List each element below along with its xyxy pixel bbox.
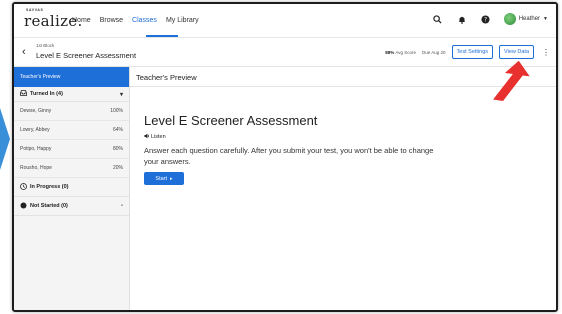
annotation-arrow (493, 60, 530, 101)
student-row[interactable]: Dewse, Ginny 100% (14, 102, 129, 121)
user-name: Heather (518, 16, 541, 22)
clock-icon (20, 182, 27, 192)
student-score: 20% (112, 165, 123, 171)
search-icon[interactable] (432, 13, 444, 25)
test-settings-button[interactable]: Test Settings (451, 45, 494, 59)
in-progress-label: In Progress (0) (30, 184, 69, 190)
nav-utility-icons: ? Heather ▼ (432, 13, 548, 25)
start-label: Start (155, 175, 168, 182)
assessment-heading: Level E Screener Assessment (144, 113, 318, 128)
student-score: 100% (110, 108, 123, 114)
kebab-menu-icon[interactable]: ⋮ (542, 48, 550, 57)
svg-text:?: ? (484, 17, 487, 23)
screenshot-canvas: SAVVAS realize. Home Browse Classes My L… (0, 0, 562, 314)
student-score: 64% (112, 127, 123, 133)
breadcrumb-class[interactable]: 1st Block (36, 43, 54, 48)
not-started-group[interactable]: Not Started (0) - (14, 197, 129, 216)
student-name: Potipo, Happy (20, 146, 52, 152)
student-name: Lowry, Abbey (20, 127, 50, 133)
student-name: Dewse, Ginny (20, 108, 52, 114)
due-date: Due Aug 20 (422, 49, 446, 55)
turned-in-group[interactable]: Turned In (4) ▾ (14, 87, 129, 102)
bell-icon[interactable] (456, 13, 468, 25)
avg-score: 88% Avg Score (385, 50, 416, 55)
student-row[interactable]: Rousho, Hope 20% (14, 159, 129, 178)
nav-classes-link[interactable]: Classes (132, 17, 157, 24)
user-menu[interactable]: Heather ▼ (503, 13, 548, 25)
in-progress-group[interactable]: In Progress (0) (14, 178, 129, 197)
help-icon[interactable]: ? (480, 13, 492, 25)
speaker-icon (144, 133, 150, 141)
nav-home-link[interactable]: Home (72, 17, 91, 24)
nav-browse-link[interactable]: Browse (100, 17, 123, 24)
active-nav-indicator (146, 35, 178, 37)
not-started-label: Not Started (0) (30, 203, 68, 209)
avg-score-label: Avg Score (395, 49, 416, 55)
chevron-down-icon: ▼ (543, 16, 548, 22)
chevron-down-icon: ▾ (119, 91, 123, 98)
start-button[interactable]: Start ▸ (144, 172, 184, 185)
avg-score-value: 88% (385, 49, 395, 55)
instructions-text: Answer each question carefully. After yo… (144, 146, 434, 166)
user-avatar (503, 13, 516, 25)
app-window: SAVVAS realize. Home Browse Classes My L… (12, 2, 558, 312)
circle-icon (20, 202, 27, 211)
main-nav-links: Home Browse Classes My Library (72, 17, 199, 24)
student-sidebar: Teacher's Preview Turned In (4) ▾ Dewse,… (14, 67, 130, 310)
view-data-button[interactable]: View Data (499, 45, 534, 59)
assessment-title: Level E Screener Assessment (36, 51, 137, 60)
student-score: 80% (112, 146, 123, 152)
decorative-wedge (0, 108, 10, 170)
listen-label: Listen (151, 134, 166, 140)
student-row[interactable]: Potipo, Happy 80% (14, 140, 129, 159)
turned-in-label: Turned In (4) (30, 91, 63, 97)
assessment-actions: 88% Avg Score Due Aug 20 Test Settings V… (385, 45, 550, 59)
top-navigation: SAVVAS realize. Home Browse Classes My L… (14, 4, 556, 38)
inbox-icon (20, 90, 27, 98)
back-chevron-icon[interactable]: ‹ (22, 46, 26, 58)
listen-button[interactable]: Listen (144, 133, 166, 141)
sidebar-item-teachers-preview[interactable]: Teacher's Preview (14, 67, 129, 87)
student-row[interactable]: Lowry, Abbey 64% (14, 121, 129, 140)
not-started-placeholder: - (121, 203, 123, 209)
student-name: Rousho, Hope (20, 165, 52, 171)
nav-my-library-link[interactable]: My Library (166, 17, 199, 24)
play-caret-icon: ▸ (170, 175, 173, 182)
